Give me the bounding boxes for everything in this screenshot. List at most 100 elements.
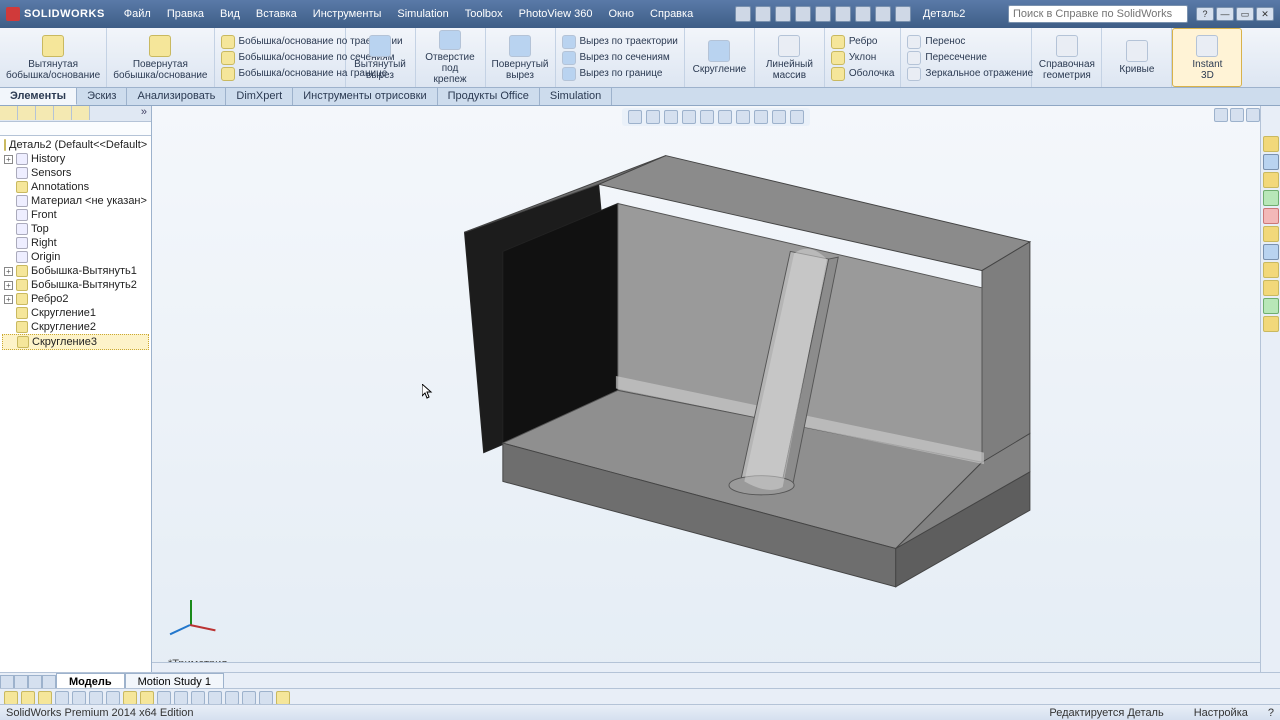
tree-item[interactable]: Origin	[2, 250, 149, 264]
tree-item[interactable]: +History	[2, 152, 149, 166]
display-style-icon[interactable]	[718, 110, 732, 124]
linear-pattern-button[interactable]: Линейныймассив	[755, 28, 825, 87]
appearance-icon[interactable]	[754, 110, 768, 124]
open-icon[interactable]	[755, 6, 771, 22]
lofted-cut-button[interactable]: Вырез по сечениям	[562, 51, 670, 65]
st-icon[interactable]	[72, 691, 86, 705]
tree-tab-icon[interactable]	[72, 106, 90, 120]
st-icon[interactable]	[106, 691, 120, 705]
tree-tab-icon[interactable]	[54, 106, 72, 120]
status-customize[interactable]: Настройка	[1194, 707, 1248, 719]
tab-evaluate[interactable]: Анализировать	[127, 88, 226, 105]
st-icon[interactable]	[259, 691, 273, 705]
st-icon[interactable]	[157, 691, 171, 705]
tree-item[interactable]: Скругление3	[2, 334, 149, 350]
tab-sketch[interactable]: Эскиз	[77, 88, 127, 105]
new-icon[interactable]	[735, 6, 751, 22]
menu-view[interactable]: Вид	[213, 5, 247, 23]
st-icon[interactable]	[140, 691, 154, 705]
menu-file[interactable]: Файл	[117, 5, 158, 23]
taskpane-forum-icon[interactable]	[1263, 244, 1279, 260]
graphics-viewport[interactable]: *Триметрия	[152, 106, 1280, 676]
st-icon[interactable]	[89, 691, 103, 705]
reference-geometry-button[interactable]: Справочнаягеометрия	[1032, 28, 1102, 87]
tree-item[interactable]: Скругление2	[2, 320, 149, 334]
menu-tools[interactable]: Инструменты	[306, 5, 389, 23]
view-settings-icon[interactable]	[790, 110, 804, 124]
tree-item[interactable]: Top	[2, 222, 149, 236]
taskpane-explorer-icon[interactable]	[1263, 172, 1279, 188]
menu-insert[interactable]: Вставка	[249, 5, 304, 23]
draft-button[interactable]: Уклон	[831, 51, 876, 65]
menu-help[interactable]: Справка	[643, 5, 700, 23]
vp-min-icon[interactable]	[1214, 108, 1228, 122]
view-orient-icon[interactable]	[700, 110, 714, 124]
lofted-boss-button[interactable]: Бобышка/основание по сечениям	[221, 51, 339, 65]
undo-icon[interactable]	[815, 6, 831, 22]
help-dropdown-icon[interactable]: ?	[1196, 7, 1214, 21]
extruded-cut-button[interactable]: Вытянутыйвырез	[346, 28, 416, 87]
menu-photoview[interactable]: PhotoView 360	[512, 5, 600, 23]
tree-root[interactable]: Деталь2 (Default<<Default>	[2, 138, 149, 152]
st-icon[interactable]	[4, 691, 18, 705]
status-help-icon[interactable]: ?	[1268, 707, 1274, 719]
tree-tab-icon[interactable]	[36, 106, 54, 120]
mirror-button[interactable]: Зеркальное отражение	[907, 67, 1025, 81]
tab-render[interactable]: Инструменты отрисовки	[293, 88, 437, 105]
vp-restore-icon[interactable]	[1230, 108, 1244, 122]
swept-cut-button[interactable]: Вырез по траектории	[562, 35, 678, 49]
taskpane-resources-icon[interactable]	[1263, 136, 1279, 152]
tree-item[interactable]: Front	[2, 208, 149, 222]
taskpane-custom-icon[interactable]	[1263, 226, 1279, 242]
tree-item[interactable]: Right	[2, 236, 149, 250]
menu-edit[interactable]: Правка	[160, 5, 211, 23]
close-icon[interactable]: ✕	[1256, 7, 1274, 21]
scene-icon[interactable]	[772, 110, 786, 124]
maximize-icon[interactable]: ▭	[1236, 7, 1254, 21]
boundary-boss-button[interactable]: Бобышка/основание на границе	[221, 67, 339, 81]
instant-3d-button[interactable]: Instant3D	[1172, 28, 1242, 87]
vp-max-icon[interactable]	[1246, 108, 1260, 122]
tree-filter[interactable]	[0, 122, 151, 136]
tab-simulation[interactable]: Simulation	[540, 88, 612, 105]
taskpane-view-palette-icon[interactable]	[1263, 190, 1279, 206]
menu-simulation[interactable]: Simulation	[390, 5, 455, 23]
tree-item[interactable]: Annotations	[2, 180, 149, 194]
st-icon[interactable]	[21, 691, 35, 705]
help-search-input[interactable]	[1008, 5, 1188, 23]
st-icon[interactable]	[191, 691, 205, 705]
rebuild-icon[interactable]	[875, 6, 891, 22]
st-icon[interactable]	[123, 691, 137, 705]
tab-features[interactable]: Элементы	[0, 88, 77, 105]
tree-item[interactable]: +Бобышка-Вытянуть2	[2, 278, 149, 292]
tab-first-icon[interactable]	[0, 675, 14, 689]
options-icon[interactable]	[895, 6, 911, 22]
tab-prev-icon[interactable]	[14, 675, 28, 689]
boundary-cut-button[interactable]: Вырез по границе	[562, 67, 663, 81]
section-view-icon[interactable]	[682, 110, 696, 124]
taskpane-icon[interactable]	[1263, 280, 1279, 296]
redo-icon[interactable]	[835, 6, 851, 22]
swept-boss-button[interactable]: Бобышка/основание по траектории	[221, 35, 339, 49]
fillet-button[interactable]: Скругление	[685, 28, 755, 87]
orientation-triad[interactable]	[168, 600, 218, 650]
taskpane-icon[interactable]	[1263, 298, 1279, 314]
taskpane-icon[interactable]	[1263, 316, 1279, 332]
tab-last-icon[interactable]	[42, 675, 56, 689]
shell-button[interactable]: Оболочка	[831, 67, 895, 81]
st-icon[interactable]	[225, 691, 239, 705]
revolved-boss-button[interactable]: Повернутаябобышка/основание	[107, 28, 214, 87]
tree-item[interactable]: +Бобышка-Вытянуть1	[2, 264, 149, 278]
tree-item[interactable]: Материал <не указан>	[2, 194, 149, 208]
tree-tab-icon[interactable]	[0, 106, 18, 120]
extruded-boss-button[interactable]: Вытянутаябобышка/основание	[0, 28, 107, 87]
tab-office[interactable]: Продукты Office	[438, 88, 540, 105]
tab-next-icon[interactable]	[28, 675, 42, 689]
wrap-button[interactable]: Перенос	[907, 35, 965, 49]
menu-toolbox[interactable]: Toolbox	[458, 5, 510, 23]
st-icon[interactable]	[38, 691, 52, 705]
rib-button[interactable]: Ребро	[831, 35, 878, 49]
tree-item[interactable]: Sensors	[2, 166, 149, 180]
zoom-fit-icon[interactable]	[628, 110, 642, 124]
taskpane-appearance-icon[interactable]	[1263, 208, 1279, 224]
